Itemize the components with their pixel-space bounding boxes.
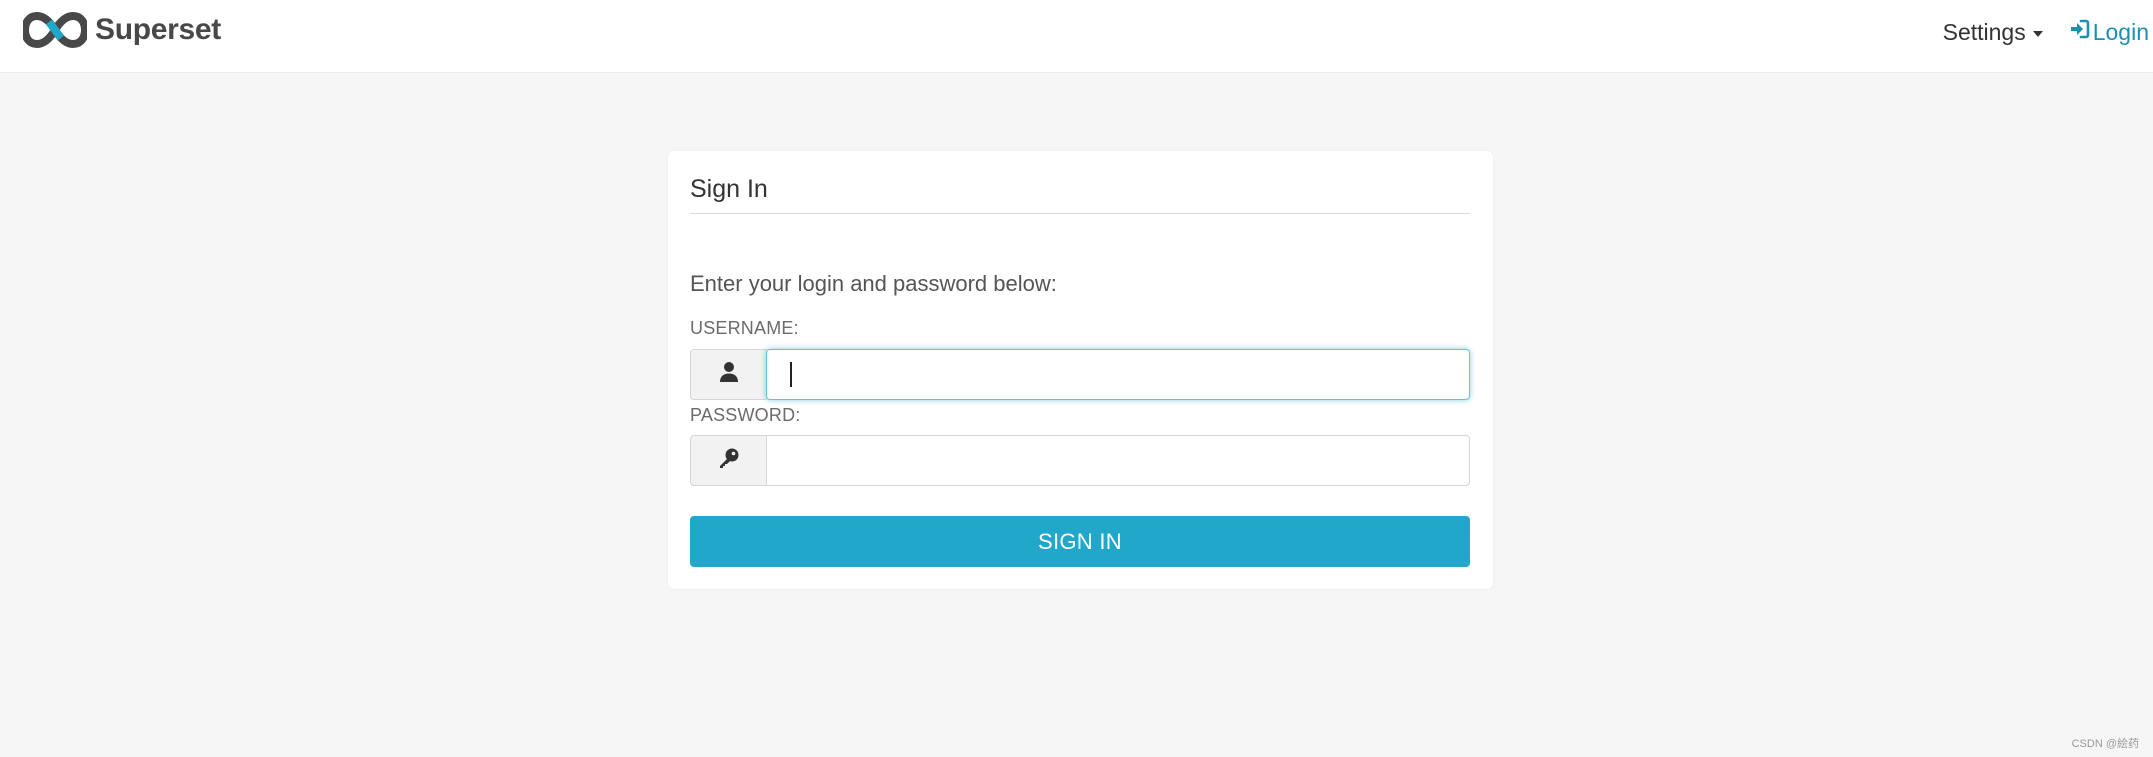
login-instructions: Enter your login and password below: <box>690 271 1057 296</box>
sign-in-button[interactable]: SIGN IN <box>690 516 1470 567</box>
settings-menu[interactable]: Settings <box>1943 19 2043 46</box>
caret-down-icon <box>2032 30 2043 37</box>
username-input[interactable] <box>766 349 1470 400</box>
username-addon <box>690 349 767 400</box>
card-divider <box>690 213 1470 214</box>
username-input-group <box>690 349 1470 400</box>
username-label: USERNAME: <box>690 318 799 338</box>
text-cursor <box>790 362 792 387</box>
brand-link[interactable]: Superset <box>23 12 221 48</box>
password-input[interactable] <box>766 435 1470 486</box>
settings-label: Settings <box>1942 18 2026 45</box>
top-navbar: Superset Settings Login <box>0 0 2153 73</box>
password-label: PASSWORD: <box>690 405 801 425</box>
watermark-text: CSDN @絵药 <box>2071 738 2139 750</box>
sign-in-icon <box>2069 18 2093 46</box>
signin-card: Sign In Enter your login and password be… <box>668 151 1493 589</box>
user-icon <box>719 361 739 388</box>
superset-logo-icon <box>23 12 87 48</box>
navbar-right-menu: Settings Login <box>1943 14 2149 50</box>
password-addon <box>690 435 767 486</box>
key-icon <box>718 447 740 474</box>
brand-name: Superset <box>95 13 221 46</box>
login-label: Login <box>2092 18 2149 45</box>
login-link[interactable]: Login <box>2069 18 2149 46</box>
card-title: Sign In <box>690 175 768 203</box>
password-input-group <box>690 435 1470 486</box>
